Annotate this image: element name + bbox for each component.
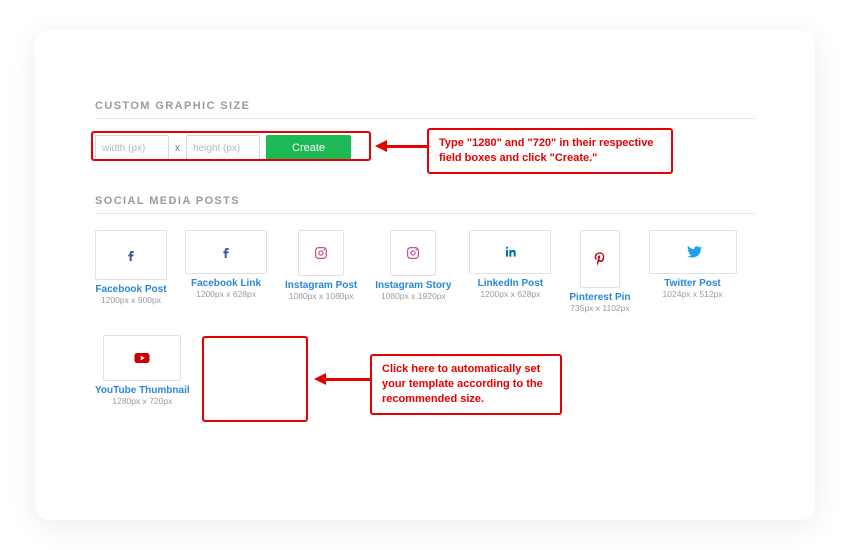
tile-facebook-post[interactable]: Facebook Post 1200px x 900px bbox=[95, 230, 167, 313]
facebook-icon bbox=[185, 230, 267, 274]
tile-dims: 1280px x 720px bbox=[112, 396, 172, 406]
pinterest-icon bbox=[580, 230, 620, 288]
tile-dims: 1200px x 628px bbox=[480, 289, 540, 299]
arrow-line bbox=[326, 378, 370, 381]
arrow-icon bbox=[314, 373, 326, 385]
tile-label: Facebook Link bbox=[191, 278, 261, 289]
youtube-icon bbox=[103, 335, 181, 381]
tile-dims: 1200px x 628px bbox=[196, 289, 256, 299]
tile-instagram-post[interactable]: Instagram Post 1080px x 1080px bbox=[285, 230, 357, 313]
page-card: CUSTOM GRAPHIC SIZE x Create SOCIAL MEDI… bbox=[35, 30, 815, 520]
tile-label: Pinterest Pin bbox=[569, 292, 630, 303]
tile-linkedin-post[interactable]: LinkedIn Post 1200px x 628px bbox=[469, 230, 551, 313]
callout-bottom: Click here to automatically set your tem… bbox=[370, 354, 562, 415]
tile-label: LinkedIn Post bbox=[478, 278, 544, 289]
custom-size-heading: CUSTOM GRAPHIC SIZE bbox=[95, 100, 755, 112]
facebook-icon bbox=[95, 230, 167, 280]
tile-label: Instagram Story bbox=[375, 280, 451, 291]
divider bbox=[95, 213, 755, 214]
tile-dims: 1024px x 512px bbox=[663, 289, 723, 299]
tile-dims: 1080px x 1920px bbox=[381, 291, 446, 301]
tile-twitter-post[interactable]: Twitter Post 1024px x 512px bbox=[649, 230, 737, 313]
callout-top: Type "1280" and "720" in their respectiv… bbox=[427, 128, 673, 174]
create-button[interactable]: Create bbox=[266, 135, 351, 161]
tile-instagram-story[interactable]: Instagram Story 1080px x 1920px bbox=[375, 230, 451, 313]
tile-label: Twitter Post bbox=[664, 278, 720, 289]
instagram-icon bbox=[390, 230, 436, 276]
tile-facebook-link[interactable]: Facebook Link 1200px x 628px bbox=[185, 230, 267, 313]
dimension-separator: x bbox=[175, 143, 180, 154]
tile-dims: 1200px x 900px bbox=[101, 295, 161, 305]
tile-youtube-thumbnail[interactable]: YouTube Thumbnail 1280px x 720px bbox=[95, 335, 190, 406]
tile-label: Facebook Post bbox=[95, 284, 166, 295]
tile-dims: 1080px x 1080px bbox=[289, 291, 354, 301]
social-heading: SOCIAL MEDIA POSTS bbox=[95, 195, 755, 207]
tile-label: Instagram Post bbox=[285, 280, 357, 291]
tile-pinterest-pin[interactable]: Pinterest Pin 735px x 1102px bbox=[569, 230, 630, 313]
tile-dims: 735px x 1102px bbox=[570, 303, 629, 313]
twitter-icon bbox=[649, 230, 737, 274]
divider bbox=[95, 118, 755, 119]
tile-label: YouTube Thumbnail bbox=[95, 385, 190, 396]
instagram-icon bbox=[298, 230, 344, 276]
arrow-icon bbox=[375, 140, 387, 152]
width-input[interactable] bbox=[95, 135, 169, 161]
height-input[interactable] bbox=[186, 135, 260, 161]
arrow-line bbox=[387, 145, 427, 148]
linkedin-icon bbox=[469, 230, 551, 274]
